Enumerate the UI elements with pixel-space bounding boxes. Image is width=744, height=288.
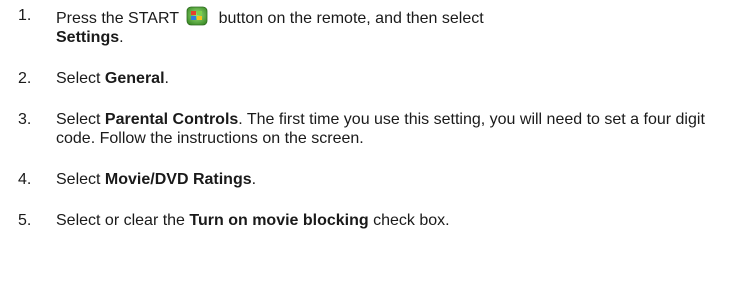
step-text-part: Select (56, 111, 101, 128)
step-text: Select General. (56, 69, 738, 88)
step-text: Select or clear the Turn on movie blocki… (56, 211, 738, 230)
step-number: 3. (18, 111, 32, 128)
ui-term: Turn on movie blocking (189, 212, 369, 229)
step-number: 5. (18, 212, 32, 229)
step-text-part: . (251, 171, 257, 188)
windows-start-icon (186, 6, 208, 26)
step-text-part: Select (56, 70, 101, 87)
step-number: 1. (18, 7, 32, 24)
ui-term: Parental Controls (104, 111, 239, 128)
step-2: 2. Select General. (18, 69, 738, 88)
step-text-part: check box. (373, 212, 450, 229)
step-3: 3. Select Parental Controls. The first t… (18, 110, 738, 148)
step-5: 5. Select or clear the Turn on movie blo… (18, 211, 738, 230)
step-text-part: button on the remote, and then select (218, 10, 484, 27)
ui-term: General (104, 70, 165, 87)
step-text-part: . (164, 70, 169, 87)
ui-term: Movie/DVD Ratings (104, 171, 252, 188)
step-text-part: Select (56, 171, 101, 188)
ui-term: Settings (56, 29, 120, 46)
step-text: Select Movie/DVD Ratings. (56, 170, 738, 189)
step-number: 4. (18, 171, 32, 188)
step-text-part: . (119, 29, 124, 46)
step-text-part: Select or clear the (56, 212, 185, 229)
step-text-part: Press the START (56, 10, 179, 27)
step-text: Press the START button on the remote, an… (56, 6, 738, 47)
step-4: 4. Select Movie/DVD Ratings. (18, 170, 738, 189)
step-number: 2. (18, 70, 32, 87)
step-text: Select Parental Controls. The first time… (56, 110, 738, 148)
step-1: 1. Press the START button on the remote,… (18, 6, 738, 47)
instruction-list: 1. Press the START button on the remote,… (18, 6, 738, 230)
